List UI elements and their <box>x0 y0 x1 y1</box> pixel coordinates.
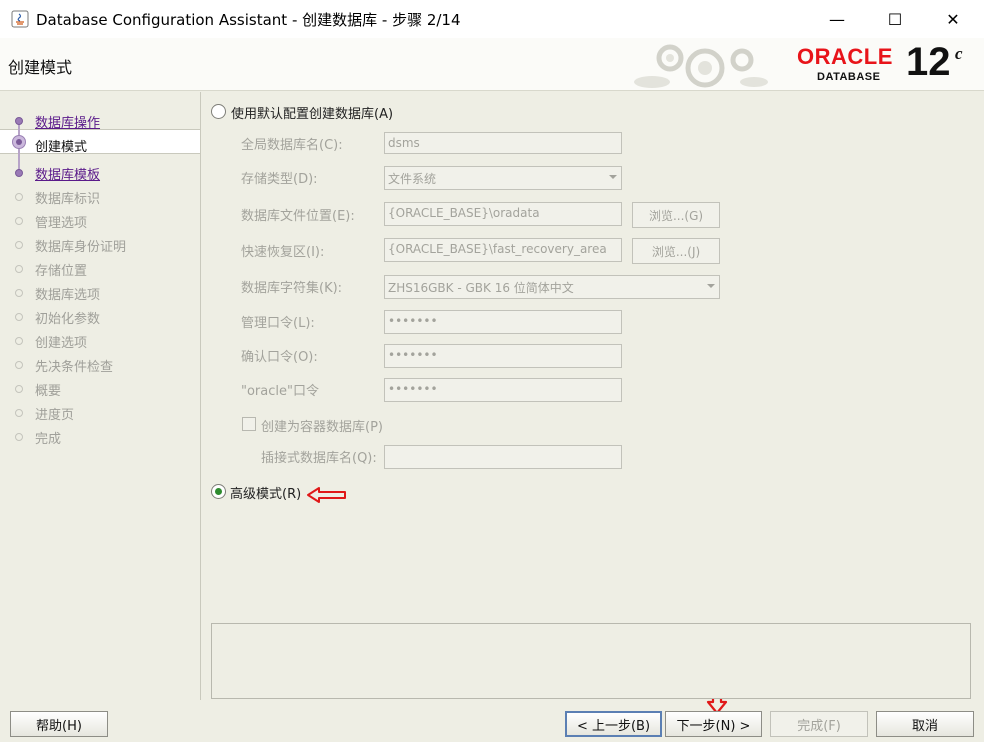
step-dot-icon <box>15 433 23 441</box>
charset-value: ZHS16GBK - GBK 16 位简体中文 <box>388 281 574 295</box>
close-icon: ✕ <box>946 9 960 29</box>
advanced-mode-label: 高级模式(R) <box>230 487 302 502</box>
nav-item-label: 管理选项 <box>35 216 88 231</box>
admin-password-input[interactable]: ••••••• <box>384 310 622 334</box>
chevron-down-icon <box>609 175 617 179</box>
global-db-name-input[interactable]: dsms <box>384 132 622 154</box>
step-dot-icon <box>15 265 23 273</box>
nav-item-label: 完成 <box>35 432 62 447</box>
nav-item-label: 数据库身份证明 <box>35 240 127 255</box>
step-dot-icon <box>15 217 23 225</box>
oracle-logo-word: ORACLE <box>797 44 893 69</box>
admin-password-label: 管理口令(L): <box>241 316 315 331</box>
browse-file-location-button[interactable]: 浏览...(G) <box>632 202 720 228</box>
container-db-label: 创建为容器数据库(P) <box>261 420 383 435</box>
default-config-radio[interactable] <box>211 104 226 119</box>
step-dot-icon <box>15 193 23 201</box>
db-file-location-input[interactable]: {ORACLE_BASE}\oradata <box>384 202 622 226</box>
db-file-location-label: 数据库文件位置(E): <box>241 209 355 224</box>
default-config-label: 使用默认配置创建数据库(A) <box>231 107 394 122</box>
window-title: Database Configuration Assistant - 创建数据库… <box>36 11 461 29</box>
browse-fast-recovery-button[interactable]: 浏览...(J) <box>632 238 720 264</box>
minimize-icon: — <box>829 9 845 29</box>
current-step-highlight <box>0 129 200 154</box>
step-dot-icon <box>15 313 23 321</box>
java-app-icon <box>11 10 29 28</box>
nav-item-label: 数据库标识 <box>35 192 101 207</box>
pdb-name-input[interactable] <box>384 445 622 469</box>
back-button[interactable]: < 上一步(B) <box>565 711 662 737</box>
charset-label: 数据库字符集(K): <box>241 281 343 296</box>
fast-recovery-label: 快速恢复区(I): <box>241 245 325 260</box>
nav-item-label: 创建选项 <box>35 336 88 351</box>
step-dot-icon <box>15 241 23 249</box>
step-dot-icon <box>15 361 23 369</box>
container-db-checkbox[interactable] <box>242 417 256 431</box>
next-button[interactable]: 下一步(N) > <box>665 711 762 737</box>
nav-item-label: 数据库选项 <box>35 288 101 303</box>
step-dot-icon <box>15 385 23 393</box>
confirm-password-label: 确认口令(O): <box>241 350 318 365</box>
nav-item-label[interactable]: 数据库模板 <box>35 164 100 183</box>
nav-item-label: 进度页 <box>35 408 75 423</box>
finish-button[interactable]: 完成(F) <box>770 711 868 737</box>
step-dot-icon <box>15 117 23 125</box>
version-number: 12 <box>906 40 951 84</box>
step-dot-icon <box>15 289 23 297</box>
cancel-button[interactable]: 取消 <box>876 711 974 737</box>
step-dot-icon <box>15 337 23 345</box>
close-button[interactable]: ✕ <box>924 0 982 38</box>
step-dot-icon <box>15 169 23 177</box>
nav-item-label: 存储位置 <box>35 264 88 279</box>
chevron-down-icon <box>707 284 715 288</box>
help-button[interactable]: 帮助(H) <box>10 711 108 737</box>
maximize-button[interactable]: ☐ <box>866 0 924 38</box>
global-db-name-label: 全局数据库名(C): <box>241 138 343 153</box>
fast-recovery-input[interactable]: {ORACLE_BASE}\fast_recovery_area <box>384 238 622 262</box>
confirm-password-input[interactable]: ••••••• <box>384 344 622 368</box>
message-area <box>211 623 971 699</box>
pdb-name-label: 插接式数据库名(Q): <box>261 451 377 466</box>
minimize-button[interactable]: — <box>808 0 866 38</box>
oracle-logo-sub: DATABASE <box>817 71 881 83</box>
version-suffix: c <box>955 44 963 63</box>
nav-item-label[interactable]: 数据库操作 <box>35 112 100 131</box>
storage-type-select[interactable]: 文件系统 <box>384 166 622 190</box>
red-arrow-left-icon <box>307 487 346 503</box>
storage-type-label: 存储类型(D): <box>241 172 318 187</box>
gears-graphic-icon <box>634 44 768 88</box>
nav-item-label: 初始化参数 <box>35 312 101 327</box>
page-title: 创建模式 <box>8 58 73 77</box>
advanced-mode-radio[interactable] <box>211 484 226 499</box>
oracle-password-label: "oracle"口令 <box>241 384 319 399</box>
storage-type-value: 文件系统 <box>388 172 437 186</box>
step-navigation <box>0 92 201 700</box>
maximize-icon: ☐ <box>887 9 903 29</box>
charset-select[interactable]: ZHS16GBK - GBK 16 位简体中文 <box>384 275 720 299</box>
nav-item-label: 概要 <box>35 384 62 399</box>
nav-item-label: 创建模式 <box>35 140 88 155</box>
current-step-icon <box>12 135 26 149</box>
step-dot-icon <box>15 409 23 417</box>
oracle-password-input[interactable]: ••••••• <box>384 378 622 402</box>
nav-item-label: 先决条件检查 <box>35 360 114 375</box>
